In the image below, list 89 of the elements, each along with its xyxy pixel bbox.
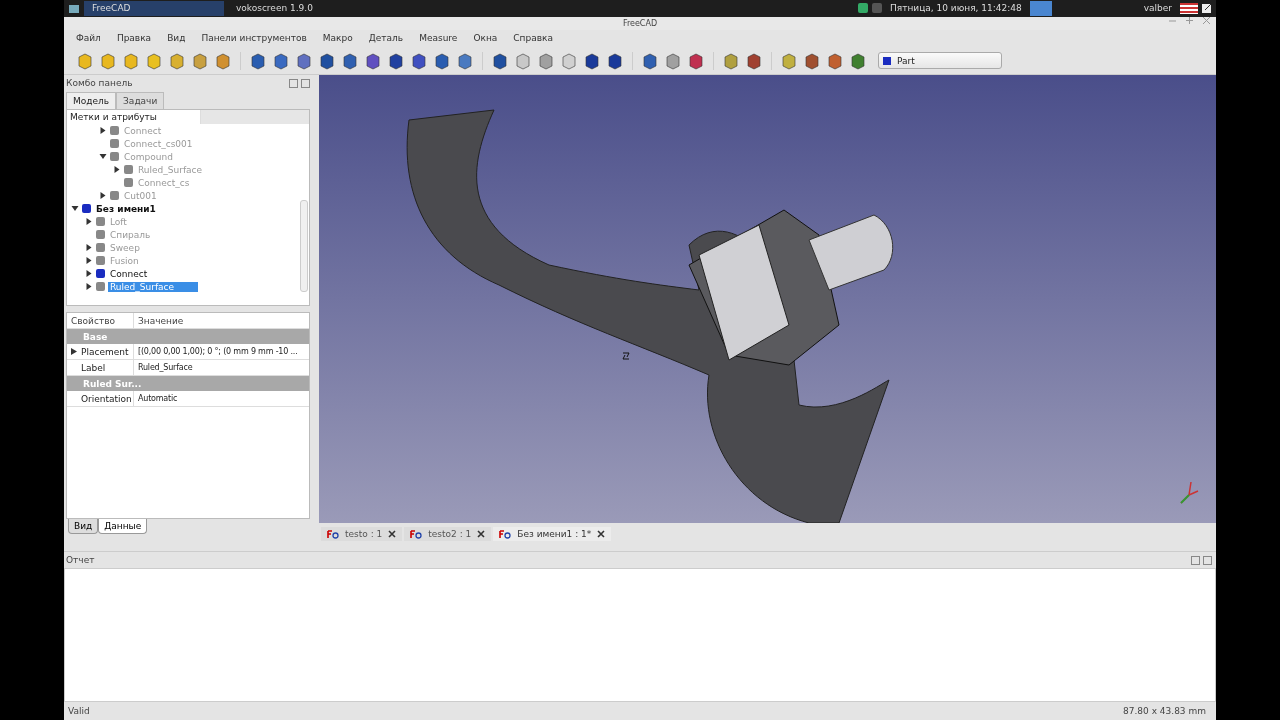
toolbar-icon[interactable]	[387, 51, 405, 70]
collapsed-arrow-icon[interactable]	[99, 192, 107, 200]
menu-item[interactable]: Панели инструментов	[193, 33, 315, 44]
collapsed-arrow-icon[interactable]	[85, 244, 93, 252]
toolbar-icon[interactable]	[687, 51, 705, 70]
document-tab[interactable]: testo2 : 1	[404, 527, 492, 542]
toolbar-icon[interactable]	[491, 51, 509, 70]
taskbar-button[interactable]: vokoscreen 1.9.0	[228, 0, 368, 16]
document-tab[interactable]: testo : 1	[321, 527, 403, 542]
toolbar-icon[interactable]	[606, 51, 624, 70]
toolbar-icon[interactable]	[433, 51, 451, 70]
panel-tab[interactable]: Данные	[98, 519, 148, 535]
panel-tab[interactable]: Модель	[66, 92, 117, 110]
user-name: valber	[1142, 3, 1173, 14]
note-icon[interactable]	[1202, 3, 1212, 14]
3d-viewport[interactable]	[319, 75, 1216, 524]
menu-item[interactable]: Measure	[411, 33, 466, 44]
toolbar-icon[interactable]	[295, 51, 313, 70]
property-value[interactable]: [(0,00 0,00 1,00); 0 °; (0 mm 9 mm -10 ...	[136, 347, 298, 357]
tree-item[interactable]: Connect	[108, 268, 150, 279]
freecad-icon	[499, 529, 512, 539]
menu-item[interactable]: Правка	[108, 33, 160, 44]
workbench-dropdown[interactable]: Part	[878, 52, 1002, 70]
status-message: Valid	[68, 706, 90, 717]
close-icon[interactable]	[388, 530, 397, 539]
toolbar-icon[interactable]	[341, 51, 359, 70]
property-name: Orientation	[81, 393, 132, 404]
column-header[interactable]: Значение	[133, 313, 309, 329]
app-tray-icon[interactable]	[1029, 0, 1052, 16]
clock: Пятница, 10 июня, 11:42:48	[889, 3, 1023, 14]
window-title: FreeCAD	[622, 18, 658, 28]
flag-icon[interactable]	[1180, 2, 1198, 14]
collapsed-arrow-icon[interactable]	[85, 218, 93, 226]
panel-title: Комбо панель	[66, 78, 133, 89]
toolbar-icon[interactable]	[583, 51, 601, 70]
toolbar-icon[interactable]	[456, 51, 474, 70]
close-icon[interactable]	[597, 530, 606, 539]
scrollbar[interactable]	[300, 200, 308, 293]
collapsed-arrow-icon[interactable]	[85, 283, 93, 291]
tray-icon[interactable]	[858, 3, 868, 14]
toolbar-icon[interactable]	[849, 51, 867, 70]
menu-item[interactable]: Деталь	[360, 33, 412, 44]
toolbar-icon[interactable]	[272, 51, 290, 70]
float-button[interactable]	[1191, 555, 1200, 565]
rotate-cursor-icon	[622, 352, 630, 360]
close-button[interactable]	[1203, 555, 1212, 565]
close-button[interactable]	[301, 78, 310, 88]
panel-title: Отчет	[66, 555, 95, 566]
close-icon[interactable]	[1203, 16, 1210, 24]
expanded-arrow-icon[interactable]	[71, 205, 79, 213]
toolbar-icon[interactable]	[249, 51, 267, 70]
property-value[interactable]: Ruled_Surface	[136, 363, 193, 373]
toolbar-icon[interactable]	[364, 51, 382, 70]
property-name: Placement	[81, 346, 129, 357]
dimensions-readout: 87.80 x 43.83 mm	[1123, 706, 1206, 717]
toolbar-icon[interactable]	[318, 51, 336, 70]
start-menu-icon[interactable]	[68, 2, 80, 15]
column-header[interactable]: Свойство	[67, 315, 133, 326]
taskbar-button[interactable]: FreeCAD	[84, 0, 224, 16]
menu-item[interactable]: Вид	[159, 33, 194, 44]
collapsed-arrow-icon[interactable]	[85, 270, 93, 278]
maximize-icon[interactable]	[1186, 16, 1193, 24]
axis-indicator-icon	[1180, 481, 1199, 505]
close-icon[interactable]	[477, 530, 486, 539]
menu-item[interactable]: Окна	[465, 33, 506, 44]
panel-tab[interactable]: Вид	[68, 519, 99, 535]
toolbar-icon[interactable]	[641, 51, 659, 70]
freecad-icon	[327, 529, 339, 539]
toolbar-icon[interactable]	[745, 51, 763, 70]
document-tab[interactable]: Без имени1 : 1*	[493, 527, 612, 542]
collapsed-arrow-icon[interactable]	[113, 166, 121, 174]
collapsed-arrow-icon[interactable]	[99, 127, 107, 135]
float-button[interactable]	[289, 78, 298, 88]
menu-item[interactable]: Макро	[314, 33, 361, 44]
freecad-icon	[410, 529, 423, 539]
toolbar-icon[interactable]	[826, 51, 844, 70]
panel-tab[interactable]: Задачи	[116, 92, 165, 110]
tree-item[interactable]: Без имени1	[94, 203, 158, 214]
expanded-arrow-icon[interactable]	[99, 153, 107, 161]
toolbar-icon[interactable]	[214, 51, 232, 70]
collapsed-arrow-icon[interactable]	[85, 257, 93, 265]
column-header[interactable]: Метки и атрибуты	[67, 110, 201, 125]
menu-item[interactable]: Справка	[505, 33, 561, 44]
expand-arrow-icon[interactable]	[71, 348, 77, 356]
property-name: Label	[81, 362, 106, 373]
property-value[interactable]: Automatic	[136, 394, 178, 404]
menu-item[interactable]: Файл	[68, 33, 109, 44]
toolbar-icon[interactable]	[803, 51, 821, 70]
toolbar-icon[interactable]	[410, 51, 428, 70]
